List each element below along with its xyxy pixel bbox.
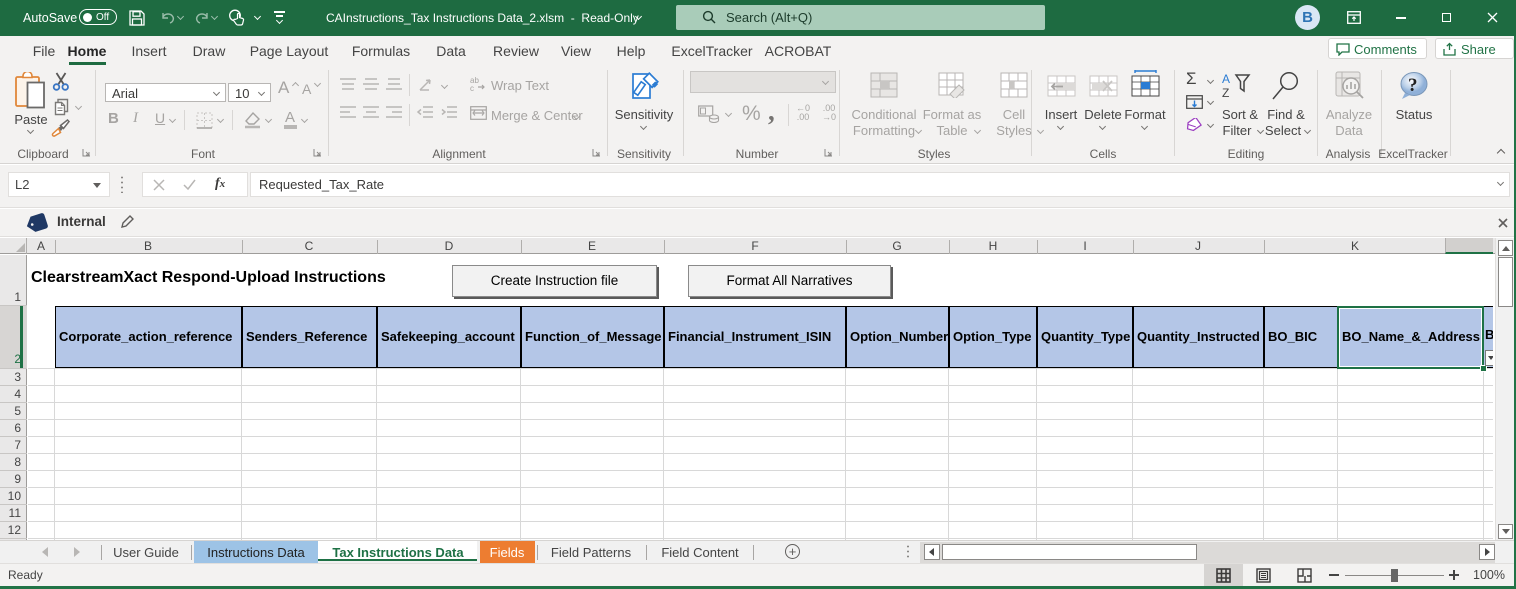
- svg-text:A: A: [1222, 72, 1230, 86]
- svg-text:Z: Z: [1222, 86, 1229, 100]
- svg-text:c: c: [470, 84, 474, 91]
- svg-text:?: ?: [1408, 75, 1418, 96]
